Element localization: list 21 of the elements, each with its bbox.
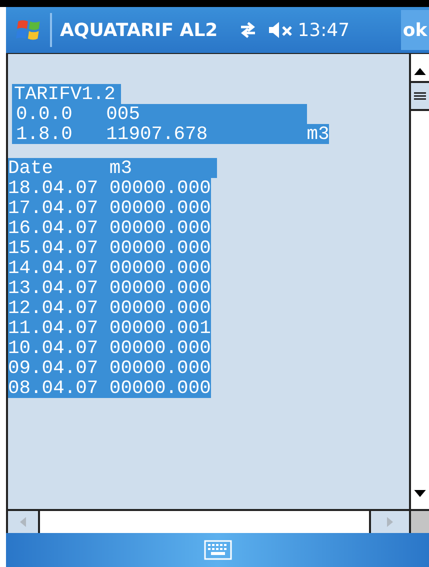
table-row: 17.04.07 00000.000 <box>8 198 211 218</box>
clock-time: 13:47 <box>298 20 350 40</box>
table-row: 18.04.07 00000.000 <box>8 178 211 198</box>
window-title: AQUATARIF AL2 <box>60 20 218 40</box>
speaker-muted-icon[interactable] <box>268 21 294 39</box>
table-row: 11.04.07 00000.001 <box>8 318 211 338</box>
vertical-scrollbar[interactable] <box>409 54 429 509</box>
scroll-down-icon[interactable] <box>414 490 426 497</box>
table-row: 10.04.07 00000.000 <box>8 338 211 358</box>
table-row: 08.04.07 00000.000 <box>8 378 211 398</box>
scroll-thumb-icon[interactable] <box>414 92 426 100</box>
ok-button[interactable]: ok <box>401 10 429 50</box>
table-row: 14.04.07 00000.000 <box>8 258 211 278</box>
table-row: 12.04.07 00000.000 <box>8 298 211 318</box>
table-row: 16.04.07 00000.000 <box>8 218 211 238</box>
keyboard-icon[interactable] <box>204 540 232 560</box>
table-header: Date m3 <box>8 158 217 178</box>
table-row: 15.04.07 00000.000 <box>8 238 211 258</box>
table-row: 09.04.07 00000.000 <box>8 358 211 378</box>
table-row: 13.04.07 00000.000 <box>8 278 211 298</box>
scroll-up-icon[interactable] <box>414 68 426 75</box>
